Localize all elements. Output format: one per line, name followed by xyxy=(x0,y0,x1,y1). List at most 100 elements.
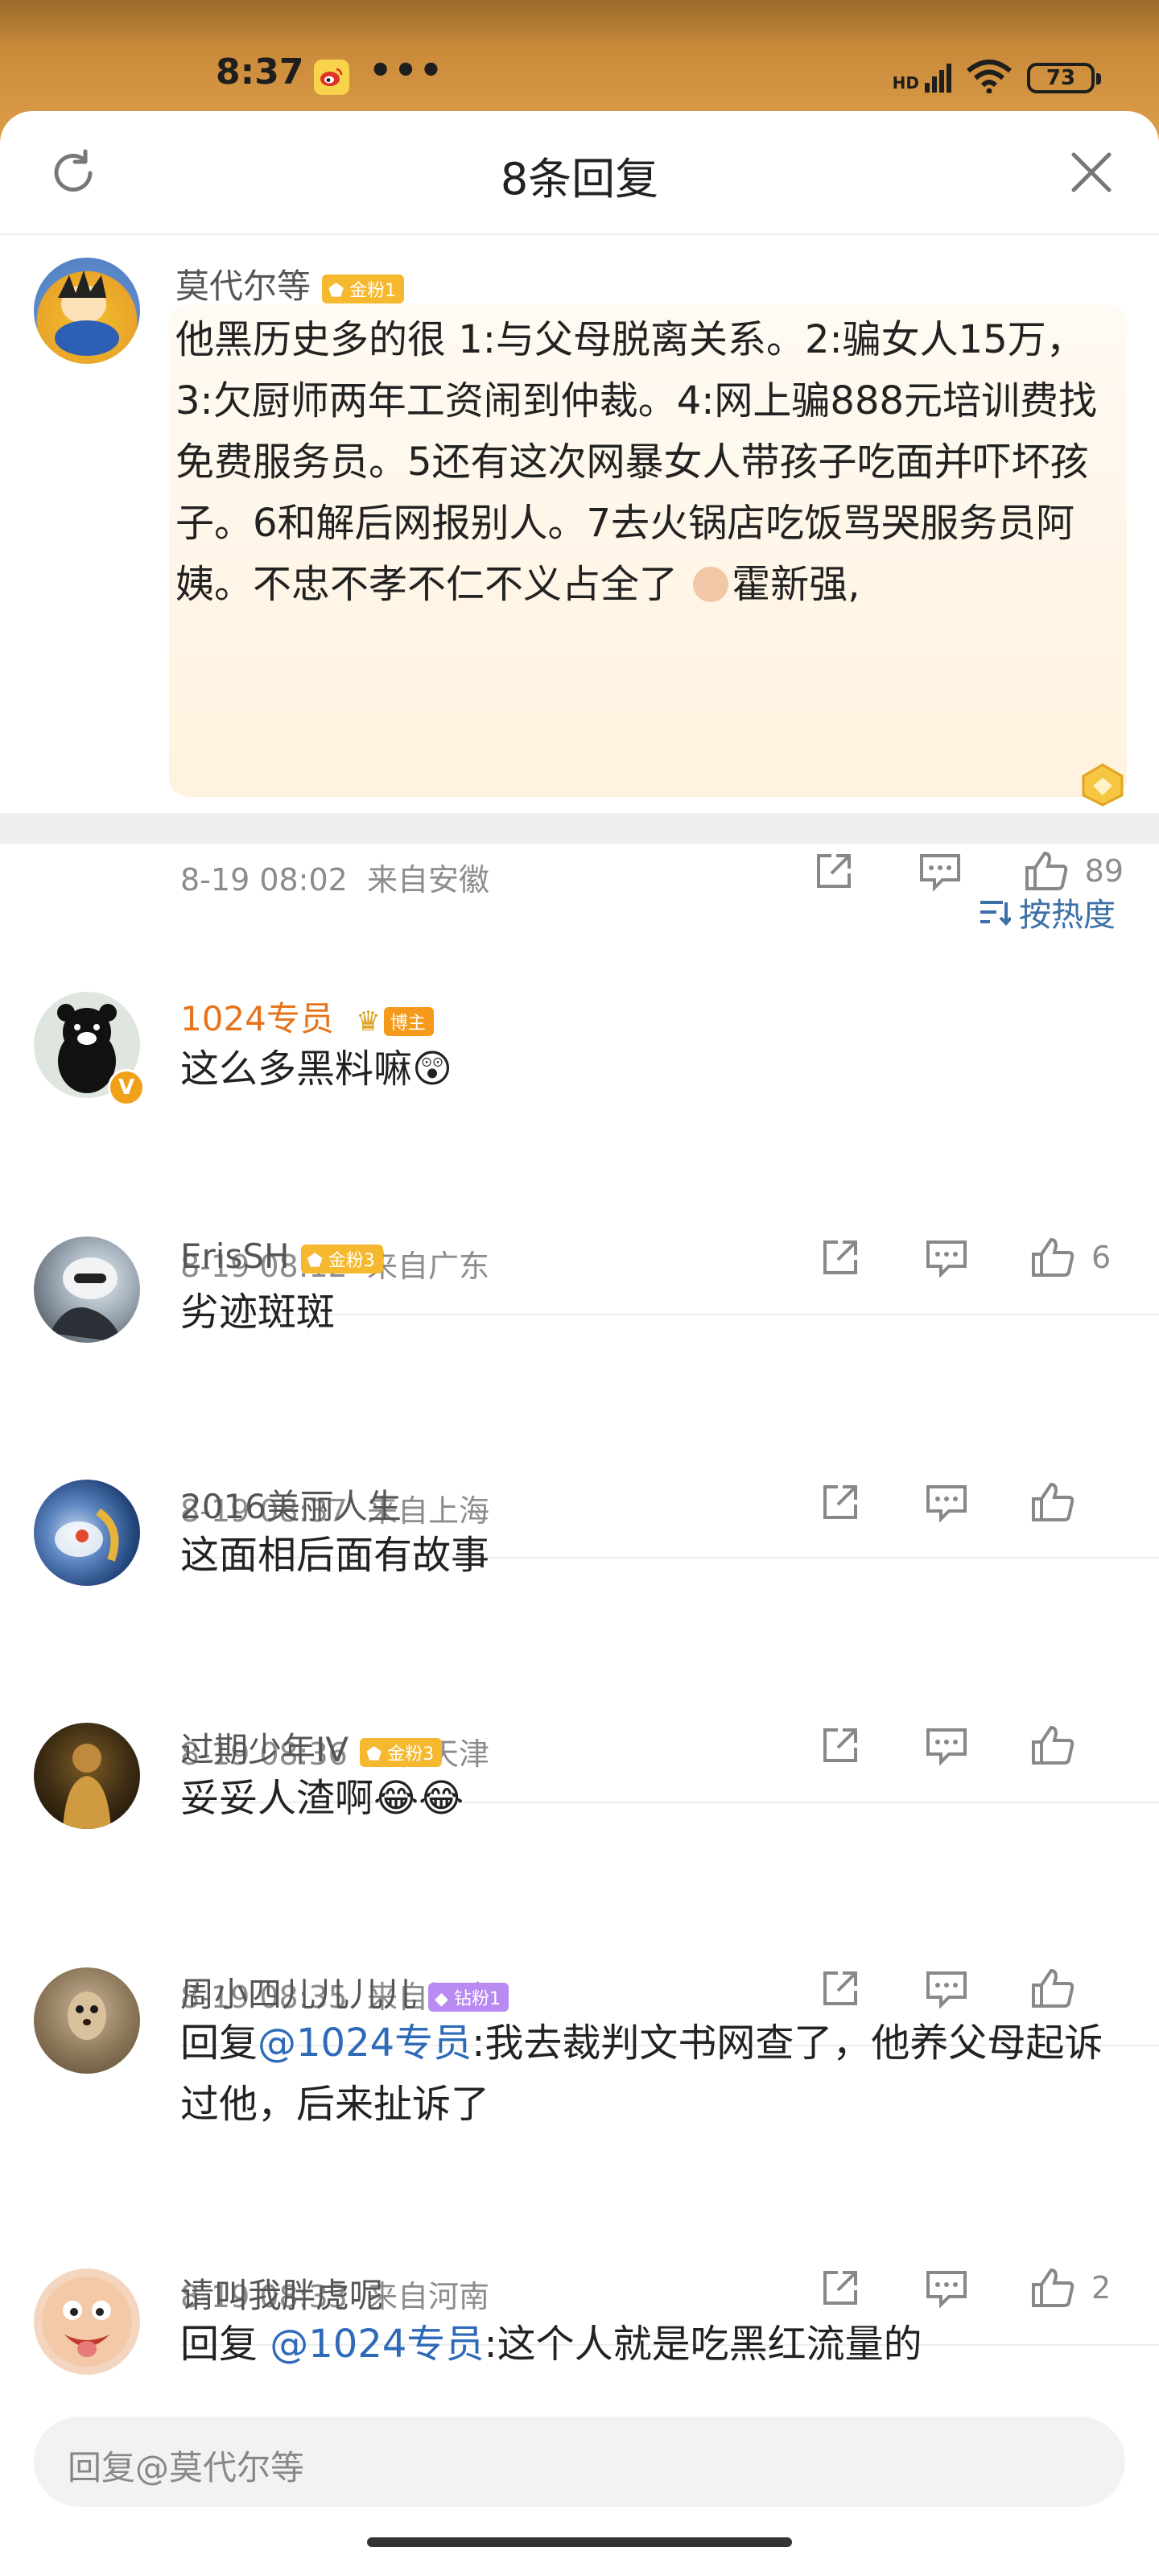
fan-badge: ⬟ 金粉3 xyxy=(360,1737,443,1767)
comment-username[interactable]: 莫代尔等 ⬟ 金粉1 xyxy=(175,259,405,308)
comment-time: 8-19 08:02 xyxy=(180,862,348,898)
comment-icon[interactable] xyxy=(922,2264,971,2312)
username-text[interactable]: 过期少年IV xyxy=(180,1730,349,1769)
reply-actions: 2 xyxy=(758,2264,1124,2312)
avatar[interactable] xyxy=(34,2268,140,2375)
mention-link[interactable]: @1024专员 xyxy=(270,2322,484,2367)
home-indicator xyxy=(367,2537,792,2547)
share-icon[interactable] xyxy=(816,1478,864,1526)
like-icon[interactable] xyxy=(1029,1233,1077,1282)
comment-icon[interactable] xyxy=(916,847,964,895)
reply-prefix: 回复 xyxy=(180,2021,258,2066)
comment-icon[interactable] xyxy=(922,1721,971,1769)
reply-prefix: 回复 xyxy=(180,2322,270,2367)
sheet-title: 8条回复 xyxy=(500,154,659,204)
like-count: 2 xyxy=(1091,2270,1112,2306)
fan-badge: ⬟ 金粉3 xyxy=(300,1244,383,1274)
like-icon[interactable] xyxy=(1029,1721,1077,1769)
reply-input[interactable]: 回复@莫代尔等 xyxy=(34,2417,1125,2507)
status-time: 8:37 xyxy=(216,52,304,93)
close-icon[interactable] xyxy=(1069,150,1114,195)
avatar[interactable] xyxy=(34,1480,140,1586)
reply-location: 来自河南 xyxy=(367,2279,490,2314)
gold-crown-icon xyxy=(1077,762,1128,808)
avatar[interactable] xyxy=(34,258,140,364)
status-bar: 8:37 ••• HD 73 xyxy=(0,0,1159,113)
username-text[interactable]: 请叫我胖虎呢 xyxy=(180,2276,383,2315)
like-icon[interactable] xyxy=(1029,1478,1077,1526)
reply-username[interactable]: 2016美丽人生 xyxy=(180,1480,402,1529)
reply-body: :这个人就是吃黑红流量的 xyxy=(484,2322,922,2367)
like-count: 89 xyxy=(1084,853,1124,889)
share-icon[interactable] xyxy=(816,2264,864,2312)
reply-username[interactable]: 请叫我胖虎呢 xyxy=(180,2268,383,2318)
avatar[interactable] xyxy=(34,1967,140,2074)
username-text[interactable]: 1024专员 xyxy=(180,999,334,1038)
reply-text: 妥妥人渣啊😂😂 xyxy=(180,1768,464,1829)
reply-username[interactable]: 周小四儿儿儿儿 ◆ 钻粉1 xyxy=(180,1967,509,2017)
like-icon[interactable] xyxy=(1029,1964,1077,2013)
reply-username[interactable]: 1024专员 ♛ 博主 xyxy=(180,992,434,1041)
sort-icon xyxy=(980,901,1011,926)
comment-icon[interactable] xyxy=(922,1964,971,2013)
badge-label: 钻粉1 xyxy=(453,1988,501,2009)
comment-body: 他黑历史多的很 1:与父母脱离关系。2:骗女人15万，3:欠厨师两年工资闹到仲裁… xyxy=(175,317,1098,607)
reply-location: 来自广东 xyxy=(367,1249,490,1284)
verified-icon: V xyxy=(108,1069,145,1106)
reply-input-bar: 回复@莫代尔等 xyxy=(0,2397,1159,2576)
wifi-icon xyxy=(966,60,1013,97)
username-text[interactable]: ErisSH xyxy=(180,1236,290,1276)
reply-input-placeholder: 回复@莫代尔等 xyxy=(68,2448,305,2487)
hd-signal-icon: HD xyxy=(893,64,951,93)
sheet-header: 8条回复 xyxy=(0,111,1159,235)
reply-actions xyxy=(758,1964,1124,2013)
badge-label: 金粉1 xyxy=(349,280,397,301)
face-emoji-icon xyxy=(693,567,729,602)
reply-username[interactable]: 过期少年IV ⬟ 金粉3 xyxy=(180,1723,443,1772)
comment-location: 来自安徽 xyxy=(367,862,490,898)
crown-icon: ♛ xyxy=(356,1005,381,1038)
mention-link[interactable]: @1024专员 xyxy=(258,2021,472,2066)
avatar[interactable] xyxy=(34,1236,140,1343)
reply-text: 这么多黑料嘛😲 xyxy=(180,1038,452,1100)
comment-meta: 8-19 08:02 来自安徽 xyxy=(180,855,489,899)
surprised-emoji-icon: 😲 xyxy=(412,1046,453,1092)
share-icon[interactable] xyxy=(816,1233,864,1282)
share-icon[interactable] xyxy=(810,847,858,895)
username-text[interactable]: 莫代尔等 xyxy=(175,266,311,306)
section-separator xyxy=(0,813,1159,844)
badge-label: 金粉3 xyxy=(387,1744,435,1765)
reply-text: 这面相后面有故事 xyxy=(180,1525,489,1586)
comment-tail: 霍新强, xyxy=(732,562,860,607)
battery-level: 73 xyxy=(1046,66,1076,90)
badge-label: 金粉3 xyxy=(328,1250,375,1271)
sort-label[interactable]: 按热度 xyxy=(1019,889,1116,935)
reply-body: 劣迹斑斑 xyxy=(180,1290,336,1335)
username-text[interactable]: 2016美丽人生 xyxy=(180,1487,402,1526)
network-label: HD xyxy=(892,73,919,93)
replies-sheet: 8条回复 莫代尔等 ⬟ 金粉1 他黑历史多的很 1:与父母脱离关系。2:骗女人15… xyxy=(0,111,1159,2576)
like-icon[interactable] xyxy=(1022,847,1070,895)
laugh-cry-emoji-icon: 😂😂 xyxy=(373,1776,464,1821)
username-text[interactable]: 周小四儿儿儿儿 xyxy=(180,1975,417,2014)
share-icon[interactable] xyxy=(816,1721,864,1769)
comment-actions: 89 xyxy=(752,847,1124,895)
avatar[interactable] xyxy=(34,1723,140,1829)
fan-badge: ◆ 钻粉1 xyxy=(428,1982,509,2012)
share-icon[interactable] xyxy=(816,1964,864,2013)
reply-username[interactable]: ErisSH ⬟ 金粉3 xyxy=(180,1236,383,1276)
reply-text: 回复@1024专员:我去裁判文书网查了，他养父母起诉过他，后来扯诉了 xyxy=(180,2013,1106,2135)
comment-icon[interactable] xyxy=(922,1478,971,1526)
reply-text: 回复 @1024专员:这个人就是吃黑红流量的 xyxy=(180,2314,1106,2375)
status-notification-dots: ••• xyxy=(369,48,445,92)
weibo-app-icon xyxy=(314,60,349,95)
like-icon[interactable] xyxy=(1029,2264,1077,2312)
battery-icon: 73 xyxy=(1027,63,1101,93)
reply-actions xyxy=(758,1478,1124,1526)
comment-icon[interactable] xyxy=(922,1233,971,1282)
reply-body: 妥妥人渣啊 xyxy=(180,1776,374,1821)
fan-badge: ⬟ 金粉1 xyxy=(322,274,405,303)
reply-actions xyxy=(758,1721,1124,1769)
sort-button[interactable]: 按热度 xyxy=(979,889,1116,935)
like-count: 6 xyxy=(1091,1240,1112,1275)
